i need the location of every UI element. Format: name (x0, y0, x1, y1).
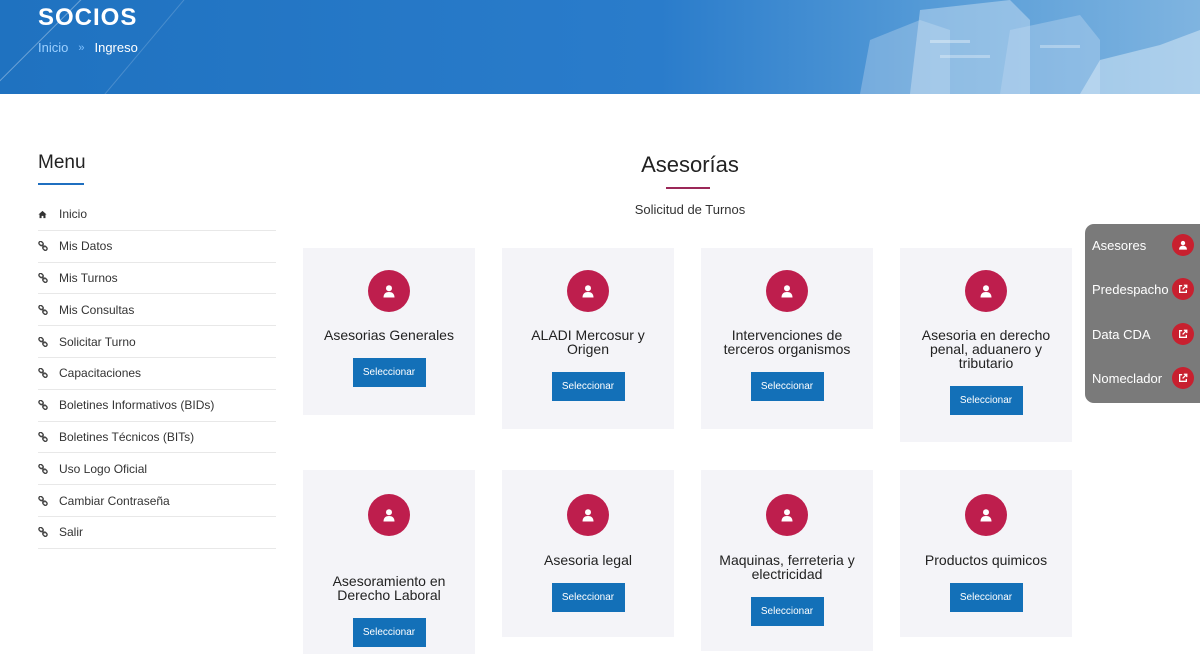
user-icon (766, 494, 808, 536)
sidebar-item-boletines-informativos[interactable]: Boletines Informativos (BIDs) (38, 390, 276, 422)
section-subtitle: Solicitud de Turnos (634, 202, 746, 217)
service-card: ALADI Mercosur y Origen Seleccionar (502, 248, 674, 429)
link-icon (38, 241, 59, 252)
sidebar-item-label: Mis Turnos (59, 270, 118, 285)
sidebar-item-mis-datos[interactable]: Mis Datos (38, 231, 276, 263)
user-icon (567, 494, 609, 536)
external-link-icon (1172, 367, 1194, 389)
section-title: Asesorías (641, 152, 739, 177)
sidebar-item-label: Capacitaciones (59, 366, 142, 381)
sidebar-item-mis-turnos[interactable]: Mis Turnos (38, 263, 276, 295)
quick-link-asesores[interactable]: Asesores (1092, 232, 1200, 258)
link-icon (38, 304, 59, 315)
quick-link-nomeclador[interactable]: Nomeclador (1092, 365, 1200, 391)
sidebar-item-label: Cambiar Contraseña (59, 493, 170, 508)
card-title: Asesoria en derecho penal, aduanero y tr… (921, 327, 1051, 371)
service-card: Intervenciones de terceros organismos Se… (701, 248, 873, 429)
quick-link-label: Predespacho (1092, 281, 1169, 297)
sidebar-item-label: Mis Consultas (59, 302, 135, 317)
sidebar-item-label: Uso Logo Oficial (59, 461, 148, 476)
breadcrumb-home-link[interactable]: Inicio (38, 40, 68, 55)
user-icon (1172, 234, 1194, 256)
link-icon (38, 272, 59, 283)
service-card: Asesoria en derecho penal, aduanero y tr… (900, 248, 1072, 442)
user-icon (965, 270, 1007, 312)
card-title: Asesoria legal (544, 552, 632, 568)
sidebar-item-label: Boletines Informativos (BIDs) (59, 398, 215, 413)
quick-links-panel: Asesores Predespacho Data CDA Nomeclador (1085, 224, 1200, 403)
user-icon (368, 494, 410, 536)
sidebar-item-label: Salir (59, 525, 84, 540)
card-title: Intervenciones de terceros organismos (723, 327, 851, 357)
select-button[interactable]: Seleccionar (750, 372, 824, 401)
external-link-icon (1172, 278, 1194, 300)
sidebar-item-solicitar-turno[interactable]: Solicitar Turno (38, 326, 276, 358)
sidebar-item-boletines-tecnicos[interactable]: Boletines Técnicos (BITs) (38, 422, 276, 454)
sidebar-item-label: Boletines Técnicos (BITs) (59, 429, 195, 444)
sidebar-item-label: Solicitar Turno (59, 334, 136, 349)
link-icon (38, 527, 59, 538)
user-icon (368, 270, 410, 312)
link-icon (38, 336, 59, 347)
select-button[interactable]: Seleccionar (551, 372, 625, 401)
sidebar-item-inicio[interactable]: Inicio (38, 199, 276, 231)
header-banner: SOCIOS Inicio » Ingreso (0, 0, 1200, 94)
card-title: ALADI Mercosur y Origen (531, 327, 645, 357)
select-button[interactable]: Seleccionar (949, 386, 1023, 415)
card-title: Asesorias Generales (324, 327, 454, 343)
sidebar-item-salir[interactable]: Salir (38, 517, 276, 549)
banner-building-image (860, 0, 1200, 94)
select-button[interactable]: Seleccionar (949, 583, 1023, 612)
home-icon (38, 210, 59, 219)
select-button[interactable]: Seleccionar (352, 618, 426, 647)
link-icon (38, 368, 59, 379)
link-icon (38, 463, 59, 474)
service-card: Asesoramiento en Derecho Laboral Selecci… (303, 470, 475, 654)
menu-title-underline (38, 183, 84, 185)
sidebar-item-uso-logo-oficial[interactable]: Uso Logo Oficial (38, 453, 276, 486)
user-icon (965, 494, 1007, 536)
section-title-underline (666, 187, 710, 189)
quick-link-label: Nomeclador (1092, 370, 1163, 386)
breadcrumb: Inicio » Ingreso (38, 40, 138, 55)
external-link-icon (1172, 323, 1194, 345)
service-card: Asesorias Generales Seleccionar (303, 248, 475, 415)
quick-link-predespacho[interactable]: Predespacho (1092, 276, 1200, 302)
sidebar-menu: Inicio Mis Datos Mis Turnos Mis Consulta… (38, 199, 276, 549)
card-title: Productos quimicos (924, 552, 1048, 568)
user-icon (766, 270, 808, 312)
menu-title: Menu (38, 152, 86, 173)
service-card: Asesoria legal Seleccionar (502, 470, 674, 637)
page-title: SOCIOS (38, 4, 138, 31)
select-button[interactable]: Seleccionar (352, 358, 426, 387)
sidebar-item-label: Inicio (59, 207, 88, 222)
link-icon (38, 495, 59, 506)
breadcrumb-current: Ingreso (94, 40, 138, 55)
card-title: Maquinas, ferreteria y electricidad (719, 552, 855, 582)
card-title: Asesoramiento en Derecho Laboral (332, 573, 446, 603)
link-icon (38, 431, 59, 442)
sidebar-item-mis-consultas[interactable]: Mis Consultas (38, 294, 276, 327)
sidebar-item-capacitaciones[interactable]: Capacitaciones (38, 358, 276, 390)
quick-link-data-cda[interactable]: Data CDA (1092, 321, 1200, 347)
service-card: Productos quimicos Seleccionar (900, 470, 1072, 637)
user-icon (567, 270, 609, 312)
link-icon (38, 400, 59, 411)
quick-link-label: Data CDA (1092, 326, 1151, 342)
select-button[interactable]: Seleccionar (750, 597, 824, 626)
service-card: Maquinas, ferreteria y electricidad Sele… (701, 470, 873, 651)
quick-link-label: Asesores (1092, 237, 1147, 253)
sidebar-item-cambiar-contrasena[interactable]: Cambiar Contraseña (38, 485, 276, 517)
sidebar-item-label: Mis Datos (59, 239, 113, 254)
chevron-right-icon: » (78, 41, 85, 54)
select-button[interactable]: Seleccionar (551, 583, 625, 612)
